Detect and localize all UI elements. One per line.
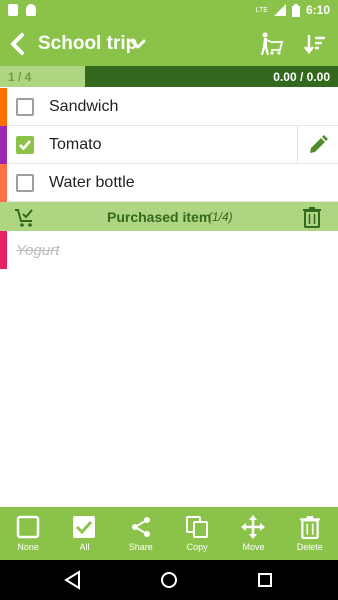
select-all-label: All: [79, 542, 90, 552]
color-tag: [0, 126, 7, 164]
network-label: LTE: [255, 6, 268, 14]
select-all-button[interactable]: All: [56, 507, 112, 560]
system-nav-bar: [0, 560, 338, 600]
edit-item-button[interactable]: [297, 126, 338, 164]
status-notifications: [8, 4, 36, 16]
copy-icon: [186, 516, 209, 538]
list-item[interactable]: Water bottle: [0, 164, 338, 202]
purchased-section-header: Purchased item (1/4): [0, 202, 338, 231]
pencil-icon: [310, 135, 328, 153]
section-count: (1/4): [208, 210, 233, 224]
copy-label: Copy: [186, 542, 208, 552]
move-label: Move: [242, 542, 265, 552]
select-none-label: None: [17, 542, 39, 552]
color-tag: [0, 88, 7, 126]
nav-recents-icon[interactable]: [255, 570, 275, 590]
copy-button[interactable]: Copy: [169, 507, 225, 560]
signal-icon: [273, 4, 286, 16]
chevron-down-icon[interactable]: [130, 36, 146, 52]
item-checkbox[interactable]: [16, 136, 34, 154]
purchased-item[interactable]: Yogurt: [0, 231, 338, 269]
item-checkbox[interactable]: [16, 174, 34, 192]
status-system: LTE 6:10: [256, 3, 330, 17]
list-item[interactable]: Sandwich: [0, 88, 338, 126]
share-button[interactable]: Share: [113, 507, 169, 560]
share-icon: [131, 517, 150, 537]
sort-icon[interactable]: [304, 33, 326, 55]
status-bar: LTE 6:10: [0, 0, 338, 22]
item-label: Sandwich: [49, 98, 119, 115]
delete-label: Delete: [296, 542, 323, 552]
item-label: Water bottle: [49, 174, 135, 191]
sim-card-icon: [8, 4, 18, 16]
battery-icon: [291, 3, 300, 17]
purchased-item-label: Yogurt: [16, 242, 60, 259]
bottom-action-bar: None All Share Copy Move Delete: [0, 507, 338, 560]
delete-button[interactable]: Delete: [282, 507, 338, 560]
shopping-list: Sandwich Tomato Water bottle: [0, 88, 338, 202]
back-arrow-icon[interactable]: [8, 32, 28, 56]
progress-count: 1 / 4: [8, 70, 32, 84]
cart-check-icon: [15, 209, 33, 227]
section-title: Purchased item: [107, 209, 212, 225]
progress-bar: 1 / 4 0.00 / 0.00: [0, 66, 338, 87]
trash-icon[interactable]: [302, 206, 322, 228]
item-checkbox[interactable]: [16, 98, 34, 116]
share-label: Share: [128, 542, 153, 552]
android-icon: [26, 4, 36, 16]
status-time: 6:10: [305, 3, 330, 17]
list-item[interactable]: Tomato: [0, 126, 338, 164]
move-icon: [241, 515, 266, 539]
checkmark-icon: [19, 140, 31, 151]
nav-home-icon[interactable]: [159, 570, 179, 590]
color-tag: [0, 164, 7, 202]
shopping-mode-icon[interactable]: [258, 31, 284, 57]
color-tag: [0, 231, 7, 269]
trash-icon: [299, 516, 320, 539]
item-label: Tomato: [49, 136, 102, 153]
empty-checkbox-icon: [16, 515, 40, 539]
select-none-button[interactable]: None: [0, 507, 56, 560]
list-title[interactable]: School trip: [38, 33, 137, 55]
nav-back-icon[interactable]: [63, 570, 83, 590]
progress-total: 0.00 / 0.00: [273, 70, 330, 84]
app-bar: School trip: [0, 22, 338, 66]
checked-checkbox-icon: [73, 516, 96, 538]
move-button[interactable]: Move: [225, 507, 281, 560]
